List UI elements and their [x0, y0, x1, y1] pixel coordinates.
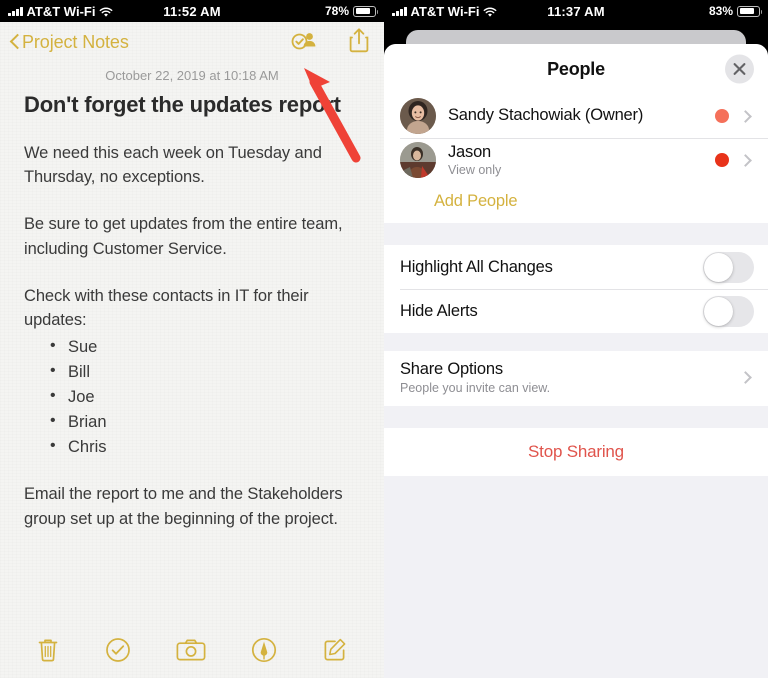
- note-paragraph-1: We need this each week on Tuesday and Th…: [24, 143, 322, 187]
- back-button-label: Project Notes: [22, 31, 129, 52]
- back-button[interactable]: Project Notes: [10, 32, 129, 53]
- status-badge: [715, 153, 729, 167]
- chevron-right-icon: [739, 109, 752, 123]
- note-closing-paragraph: Email the report to me and the Stakehold…: [24, 485, 343, 529]
- section-gap: [384, 333, 768, 351]
- compose-icon[interactable]: [322, 637, 348, 668]
- note-paragraph-3: Check with these contacts in IT for thei…: [24, 286, 309, 330]
- list-item: Brian: [50, 409, 360, 435]
- status-bar-right-group: 83%: [708, 4, 762, 18]
- person-info: Jason View only: [448, 143, 715, 178]
- nav-actions: [290, 27, 370, 58]
- share-options-text: Share Options People you invite can view…: [400, 360, 741, 395]
- chevron-right-icon: [739, 371, 752, 384]
- chevron-left-icon: [10, 33, 20, 51]
- status-bar-right: AT&T Wi-Fi 11:37 AM 83%: [384, 0, 768, 22]
- close-icon[interactable]: [725, 54, 754, 84]
- status-bar-right-group: 78%: [324, 4, 378, 18]
- setting-row-hide-alerts[interactable]: Hide Alerts: [384, 289, 768, 333]
- avatar: [400, 98, 436, 134]
- markup-icon[interactable]: [251, 637, 277, 668]
- share-upload-icon[interactable]: [348, 27, 370, 58]
- hide-alerts-toggle[interactable]: [703, 295, 754, 327]
- chevron-right-icon: [739, 153, 752, 167]
- list-item: Joe: [50, 384, 360, 410]
- people-list: Sandy Stachowiak (Owner) Jason View only…: [384, 94, 768, 223]
- note-title: Don't forget the updates report: [24, 92, 341, 117]
- status-bar-left: AT&T Wi-Fi 11:52 AM 78%: [0, 0, 384, 22]
- sheet-header: People: [384, 44, 768, 94]
- note-paragraph-2: Be sure to get updates from the entire t…: [24, 215, 343, 258]
- list-item[interactable]: Jason View only: [384, 138, 768, 182]
- add-people-button[interactable]: Add People: [384, 182, 768, 223]
- section-gap: [384, 223, 768, 245]
- note-detail-view: Project Notes October 22, 2019 at 10:18 …: [0, 22, 384, 678]
- checklist-icon[interactable]: [105, 637, 131, 668]
- note-bullet-list: Sue Bill Joe Brian Chris: [24, 334, 360, 460]
- list-item[interactable]: Sandy Stachowiak (Owner): [384, 94, 768, 138]
- person-permission: View only: [448, 163, 502, 178]
- person-info: Sandy Stachowiak (Owner): [448, 106, 715, 126]
- note-content[interactable]: October 22, 2019 at 10:18 AM Don't forge…: [0, 62, 384, 626]
- sheet-empty-area: [384, 476, 768, 678]
- battery-percent-left: 78%: [324, 4, 349, 18]
- delete-icon[interactable]: [36, 637, 60, 668]
- setting-label: Hide Alerts: [400, 301, 478, 320]
- battery-icon: [737, 5, 762, 17]
- dual-screenshot: AT&T Wi-Fi 11:52 AM 78% Project Notes Oc…: [0, 0, 768, 678]
- battery-percent-right: 83%: [708, 4, 733, 18]
- section-gap: [384, 406, 768, 428]
- sheet-container: People Sandy Stachowiak (Owner) Jason Vi…: [384, 22, 768, 678]
- notes-nav-bar: Project Notes: [0, 22, 384, 62]
- setting-label: Highlight All Changes: [400, 257, 553, 276]
- status-badge: [715, 109, 729, 123]
- person-name: Sandy Stachowiak (Owner): [448, 106, 644, 125]
- stop-sharing-button[interactable]: Stop Sharing: [384, 428, 768, 476]
- share-options-row[interactable]: Share Options People you invite can view…: [384, 351, 768, 406]
- battery-icon: [353, 5, 378, 17]
- notes-bottom-toolbar: [0, 626, 384, 678]
- notes-screen: AT&T Wi-Fi 11:52 AM 78% Project Notes Oc…: [0, 0, 384, 678]
- list-item: Sue: [50, 334, 360, 360]
- share-sheet-screen: AT&T Wi-Fi 11:37 AM 83% People Sandy Sta…: [384, 0, 768, 678]
- share-options-subtitle: People you invite can view.: [400, 381, 551, 395]
- person-name: Jason: [448, 142, 492, 161]
- share-options-group: Share Options People you invite can view…: [384, 351, 768, 406]
- list-item: Chris: [50, 434, 360, 460]
- setting-row-highlight-changes[interactable]: Highlight All Changes: [384, 245, 768, 289]
- avatar: [400, 142, 436, 178]
- people-collaborate-icon[interactable]: [290, 28, 320, 57]
- settings-group: Highlight All Changes Hide Alerts: [384, 245, 768, 333]
- list-item: Bill: [50, 359, 360, 385]
- share-options-title: Share Options: [400, 360, 503, 378]
- note-date: October 22, 2019 at 10:18 AM: [105, 68, 279, 83]
- camera-icon[interactable]: [176, 638, 206, 667]
- highlight-all-changes-toggle[interactable]: [703, 251, 754, 283]
- people-sheet: People Sandy Stachowiak (Owner) Jason Vi…: [384, 44, 768, 678]
- page-title: People: [547, 58, 605, 79]
